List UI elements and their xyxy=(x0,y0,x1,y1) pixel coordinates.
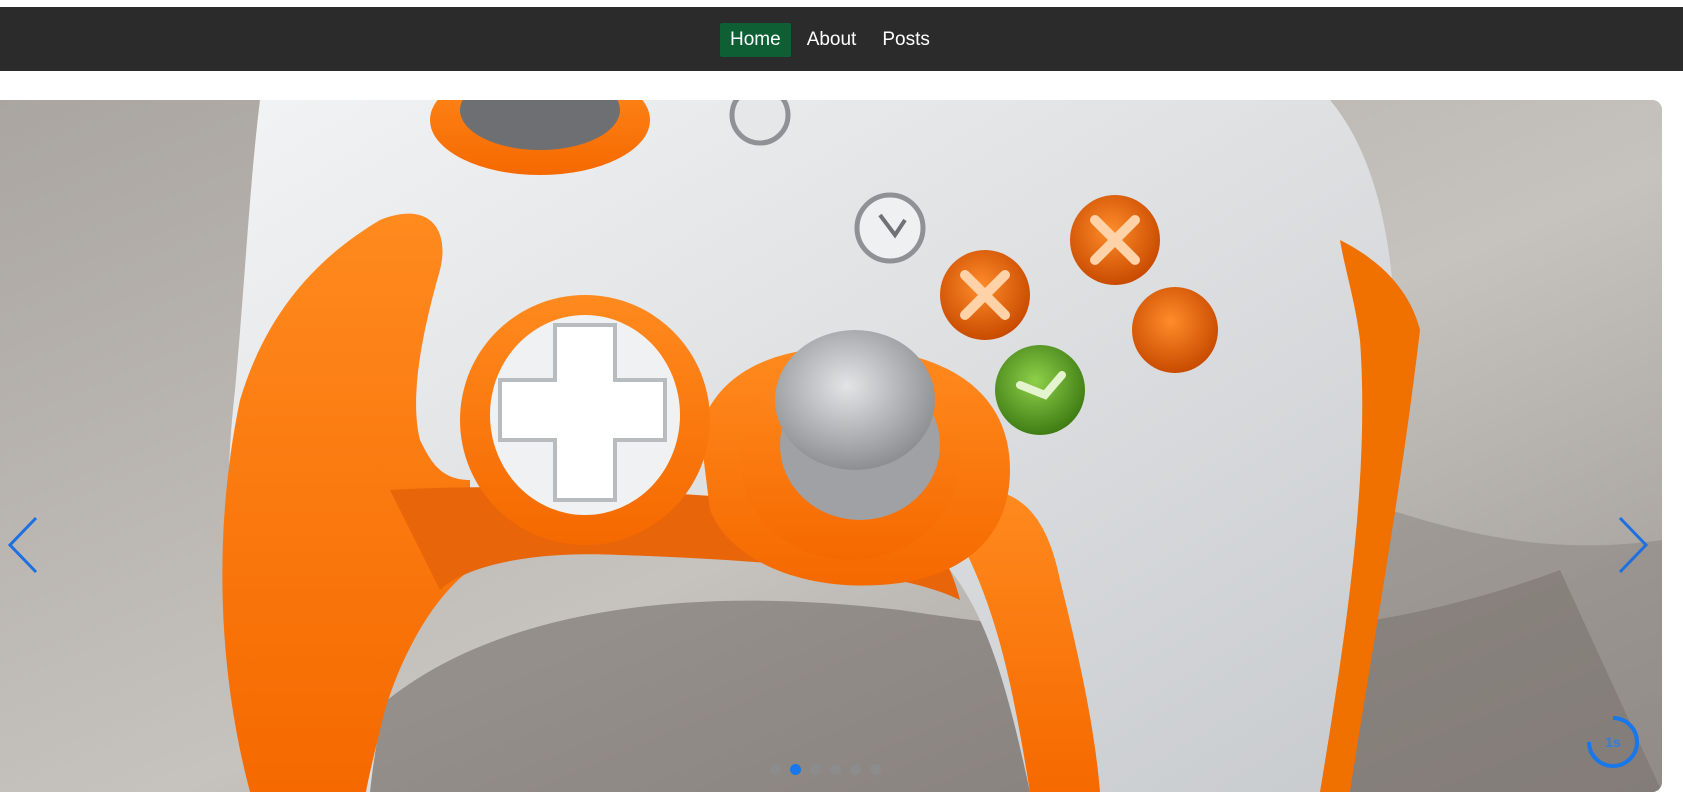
carousel-dot[interactable] xyxy=(830,764,841,775)
carousel-dot[interactable] xyxy=(770,764,781,775)
nav-home-link[interactable]: Home xyxy=(720,22,791,57)
carousel-prev-button[interactable] xyxy=(4,514,44,576)
carousel-pagination xyxy=(770,764,881,775)
carousel-dot[interactable] xyxy=(810,764,821,775)
nav-posts-link[interactable]: Posts xyxy=(872,23,940,57)
chevron-right-icon xyxy=(1618,516,1649,574)
autoplay-timer-label: 1s xyxy=(1605,734,1621,750)
carousel-dot-active[interactable] xyxy=(790,764,801,775)
autoplay-timer: 1s xyxy=(1584,713,1642,771)
image-carousel xyxy=(0,100,1662,792)
top-navbar: Home About Posts xyxy=(0,7,1683,71)
carousel-next-button[interactable] xyxy=(1612,514,1652,576)
main-nav: Home About Posts xyxy=(720,22,940,57)
nav-about-link[interactable]: About xyxy=(797,23,867,57)
carousel-slide-image xyxy=(0,100,1662,792)
chevron-left-icon xyxy=(7,516,38,574)
carousel-dot[interactable] xyxy=(870,764,881,775)
carousel-dot[interactable] xyxy=(850,764,861,775)
